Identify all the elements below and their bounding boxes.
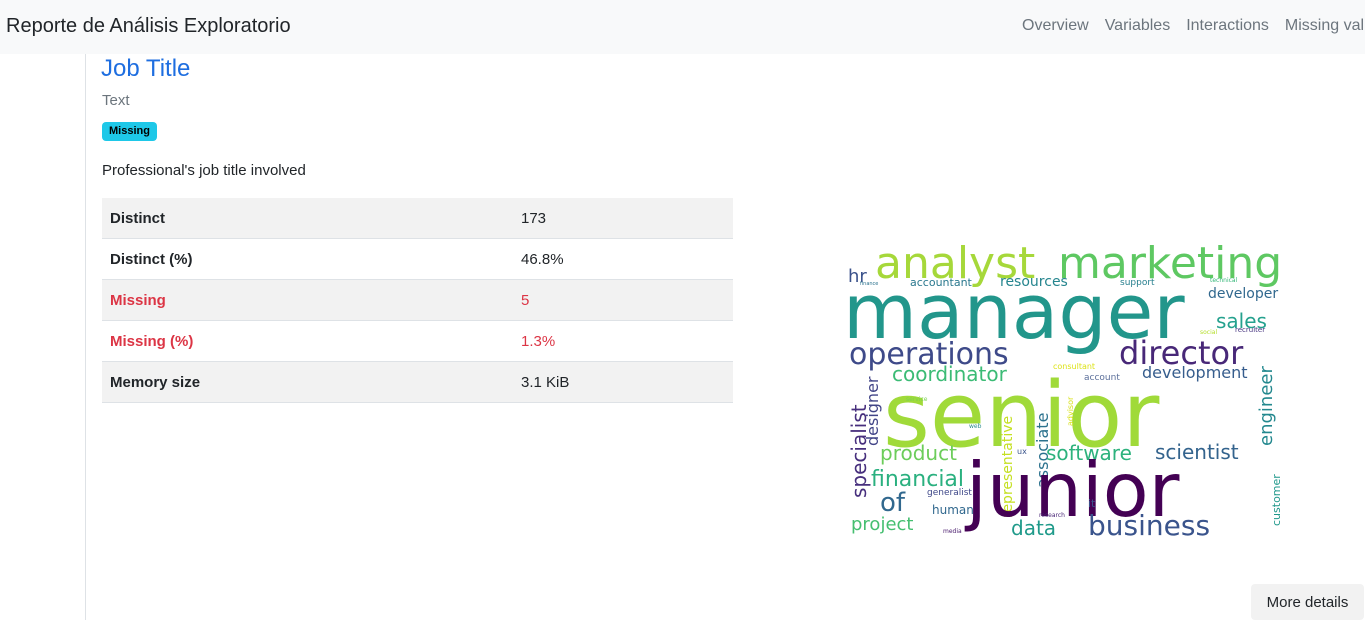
word-resources: resources	[1000, 274, 1068, 290]
navbar: Reporte de Análisis Exploratorio Overvie…	[0, 0, 1365, 54]
stat-value: 3.1 KiB	[513, 361, 733, 403]
nav-link-variables[interactable]: Variables	[1105, 17, 1171, 35]
stat-value: 173	[513, 198, 733, 239]
stats-row-distinct: Distinct 173	[102, 198, 733, 239]
word-engineer: engineer	[1256, 366, 1277, 446]
stats-row-distinct-percent: Distinct (%) 46.8%	[102, 238, 733, 280]
stats-row-missing: Missing 5	[102, 279, 733, 321]
variable-type: Text	[102, 92, 130, 109]
missing-badge: Missing	[102, 122, 157, 141]
word-customer: customer	[1270, 474, 1283, 526]
stat-value: 5	[513, 279, 733, 321]
stat-label: Missing (%)	[102, 320, 513, 362]
word-accountant: accountant	[910, 276, 973, 289]
stat-value: 46.8%	[513, 238, 733, 280]
word-data: data	[1011, 516, 1056, 540]
stat-value: 1.3%	[513, 320, 733, 362]
word-cloud: analyst marketing manager hr accountant …	[843, 238, 1283, 542]
word-media: media	[943, 528, 962, 535]
word-technical: technical	[1210, 277, 1238, 284]
stats-row-memory-size: Memory size 3.1 KiB	[102, 361, 733, 403]
word-human: human	[932, 503, 974, 517]
sidebar-divider	[85, 54, 86, 620]
stat-label: Missing	[102, 279, 513, 321]
stat-label: Distinct (%)	[102, 238, 513, 280]
word-advisor: advisor	[1066, 396, 1075, 426]
stats-row-missing-percent: Missing (%) 1.3%	[102, 320, 733, 362]
stats-table: Distinct 173 Distinct (%) 46.8% Missing …	[102, 198, 733, 403]
word-product: product	[880, 441, 957, 465]
nav-link-overview[interactable]: Overview	[1022, 17, 1089, 35]
word-support: support	[1120, 278, 1155, 288]
nav-link-missing-values[interactable]: Missing valu	[1285, 17, 1365, 35]
stat-label: Distinct	[102, 198, 513, 239]
word-project: project	[851, 514, 913, 535]
word-designer: designer	[863, 376, 882, 446]
word-business: business	[1088, 509, 1210, 542]
variable-title-link[interactable]: Job Title	[101, 55, 190, 83]
more-details-button[interactable]: More details	[1251, 584, 1364, 620]
word-service: service	[906, 396, 928, 403]
nav-links: Overview Variables Interactions Missing …	[1022, 17, 1365, 35]
variable-description: Professional's job title involved	[102, 162, 306, 179]
word-recruiter: recruiter	[1235, 326, 1265, 334]
word-developer: developer	[1208, 286, 1278, 302]
word-generalist: generalist	[927, 488, 972, 498]
stat-label: Memory size	[102, 361, 513, 403]
report-title[interactable]: Reporte de Análisis Exploratorio	[6, 15, 291, 38]
nav-link-interactions[interactable]: Interactions	[1186, 17, 1269, 35]
word-finance: finance	[860, 281, 878, 287]
word-web: web	[969, 423, 982, 430]
